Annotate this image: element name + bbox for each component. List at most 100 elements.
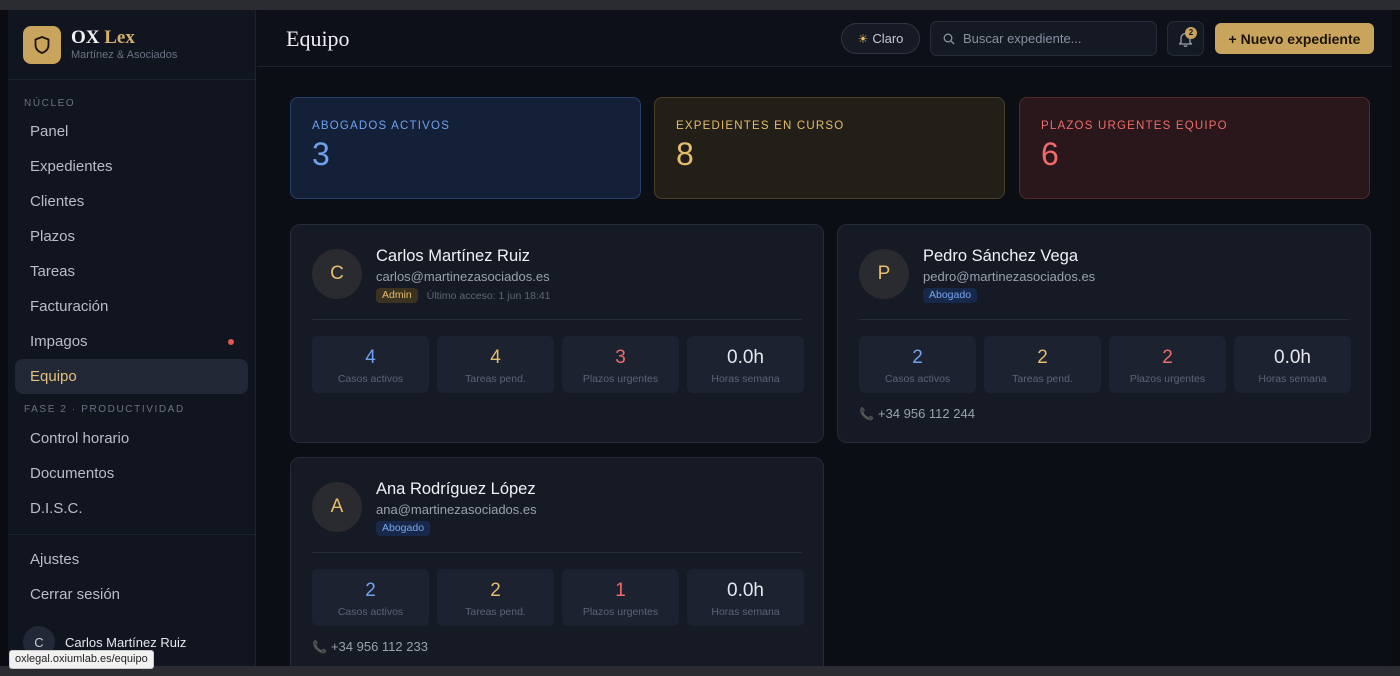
metric-hours: 0.0h Horas semana	[1234, 336, 1351, 393]
brand-subtitle: Martínez & Asociados	[71, 49, 178, 61]
metric-tasks: 2 Tareas pend.	[437, 569, 554, 626]
stat-card-open-cases: EXPEDIENTES EN CURSO 8	[654, 97, 1005, 199]
stat-label: PLAZOS URGENTES EQUIPO	[1041, 120, 1228, 132]
notification-count-badge: 2	[1185, 27, 1197, 39]
metric-value: 2	[912, 347, 923, 368]
sidebar-item-documentos[interactable]: Documentos	[15, 456, 248, 491]
nav-section-core: NÚCLEO	[24, 98, 76, 109]
metric-value: 2	[1037, 347, 1048, 368]
sidebar-item-impagos[interactable]: Impagos	[15, 324, 248, 359]
metric-label: Tareas pend.	[1012, 373, 1073, 385]
search-icon	[943, 33, 955, 44]
new-case-button[interactable]: + Nuevo expediente	[1215, 23, 1374, 54]
search-box[interactable]	[930, 21, 1157, 56]
metric-label: Casos activos	[337, 606, 404, 618]
metric-label: Plazos urgentes	[1129, 373, 1206, 385]
member-name: Carlos Martínez Ruiz	[376, 247, 531, 265]
metric-label: Plazos urgentes	[582, 606, 659, 618]
sidebar-item-expedientes[interactable]: Expedientes	[15, 149, 248, 184]
member-email: ana@martinezasociados.es	[376, 502, 537, 517]
stat-card-urgent-deadlines: PLAZOS URGENTES EQUIPO 6	[1019, 97, 1370, 199]
member-name: Pedro Sánchez Vega	[923, 247, 1079, 265]
sidebar-item-clientes[interactable]: Clientes	[15, 184, 248, 219]
member-card[interactable]: A Ana Rodríguez López ana@martinezasocia…	[290, 457, 824, 666]
metric-label: Tareas pend.	[465, 606, 526, 618]
stat-value: 3	[312, 136, 330, 172]
metric-label: Horas semana	[711, 606, 780, 618]
phone-icon: 📞	[859, 406, 874, 421]
sidebar-item-facturacion[interactable]: Facturación	[15, 289, 248, 324]
stat-label: ABOGADOS ACTIVOS	[312, 120, 451, 132]
stat-value: 8	[676, 136, 694, 172]
browser-tab-strip	[0, 0, 1400, 10]
brand[interactable]: OX Lex Martínez & Asociados	[8, 10, 255, 80]
avatar: A	[312, 482, 362, 532]
metric-cases: 4 Casos activos	[312, 336, 429, 393]
nav-section-productividad: FASE 2 · PRODUCTIVIDAD	[24, 404, 185, 415]
sidebar-item-control-horario[interactable]: Control horario	[15, 421, 248, 456]
member-name: Ana Rodríguez López	[376, 480, 536, 498]
member-card[interactable]: P Pedro Sánchez Vega pedro@martinezasoci…	[837, 224, 1371, 443]
card-divider	[312, 552, 802, 553]
metric-urgent: 3 Plazos urgentes	[562, 336, 679, 393]
member-phone[interactable]: 📞 +34 956 112 233	[312, 639, 428, 654]
metric-label: Casos activos	[337, 373, 404, 385]
brand-name: OX Lex	[71, 27, 135, 48]
metric-label: Horas semana	[711, 373, 780, 385]
member-phone[interactable]: 📞 +34 956 112 244	[859, 406, 975, 421]
avatar: C	[312, 249, 362, 299]
theme-toggle-button[interactable]: ☀ Claro	[841, 23, 920, 54]
metric-hours: 0.0h Horas semana	[687, 569, 804, 626]
metric-value: 2	[1162, 347, 1173, 368]
metric-value: 0.0h	[727, 580, 764, 601]
app-window: OX Lex Martínez & Asociados NÚCLEO Panel…	[8, 10, 1392, 666]
metric-label: Tareas pend.	[465, 373, 526, 385]
status-url-tooltip: oxlegal.oxiumlab.es/equipo	[9, 650, 154, 669]
sidebar-item-equipo[interactable]: Equipo	[15, 359, 248, 394]
metric-cases: 2 Casos activos	[312, 569, 429, 626]
sidebar-item-plazos[interactable]: Plazos	[15, 219, 248, 254]
role-badge: Abogado	[923, 288, 978, 303]
sidebar-item-tareas[interactable]: Tareas	[15, 254, 248, 289]
sidebar-item-cerrar-sesion[interactable]: Cerrar sesión	[15, 577, 248, 612]
metric-value: 2	[365, 580, 376, 601]
user-name: Carlos Martínez Ruiz	[65, 634, 187, 650]
metric-label: Casos activos	[884, 373, 951, 385]
role-badge: Admin	[376, 288, 418, 303]
member-email: pedro@martinezasociados.es	[923, 269, 1096, 284]
card-divider	[312, 319, 802, 320]
sidebar-item-disc[interactable]: D.I.S.C.	[15, 491, 248, 526]
page-title: Equipo	[286, 26, 350, 51]
metric-cases: 2 Casos activos	[859, 336, 976, 393]
sidebar-item-ajustes[interactable]: Ajustes	[15, 542, 248, 577]
metric-value: 0.0h	[1274, 347, 1311, 368]
metric-label: Horas semana	[1258, 373, 1327, 385]
stat-card-active-lawyers: ABOGADOS ACTIVOS 3	[290, 97, 641, 199]
topbar: Equipo ☀ Claro 2 + Nuevo expediente	[257, 10, 1392, 67]
search-input[interactable]	[963, 31, 1143, 46]
metric-value: 4	[365, 347, 376, 368]
metric-tasks: 4 Tareas pend.	[437, 336, 554, 393]
stat-label: EXPEDIENTES EN CURSO	[676, 120, 845, 132]
role-badge: Abogado	[376, 521, 431, 536]
last-access: Último acceso: 1 jun 18:41	[426, 289, 551, 302]
sidebar: OX Lex Martínez & Asociados NÚCLEO Panel…	[8, 10, 256, 666]
dock-strip	[0, 666, 1400, 676]
phone-number: +34 956 112 233	[330, 639, 428, 654]
metric-value: 4	[490, 347, 501, 368]
metric-value: 3	[615, 347, 626, 368]
shield-icon	[23, 25, 61, 64]
metric-urgent: 1 Plazos urgentes	[562, 569, 679, 626]
sidebar-item-panel[interactable]: Panel	[15, 114, 248, 149]
theme-label: Claro	[872, 31, 904, 46]
sidebar-item-label: Impagos	[30, 333, 88, 350]
metric-value: 1	[615, 580, 626, 601]
metric-label: Plazos urgentes	[582, 373, 659, 385]
avatar: P	[859, 249, 909, 299]
metric-value: 0.0h	[727, 347, 764, 368]
metric-tasks: 2 Tareas pend.	[984, 336, 1101, 393]
notifications-button[interactable]: 2	[1167, 21, 1204, 56]
phone-number: +34 956 112 244	[877, 406, 975, 421]
sun-icon: ☀	[857, 31, 869, 46]
member-card[interactable]: C Carlos Martínez Ruiz carlos@martinezas…	[290, 224, 824, 443]
